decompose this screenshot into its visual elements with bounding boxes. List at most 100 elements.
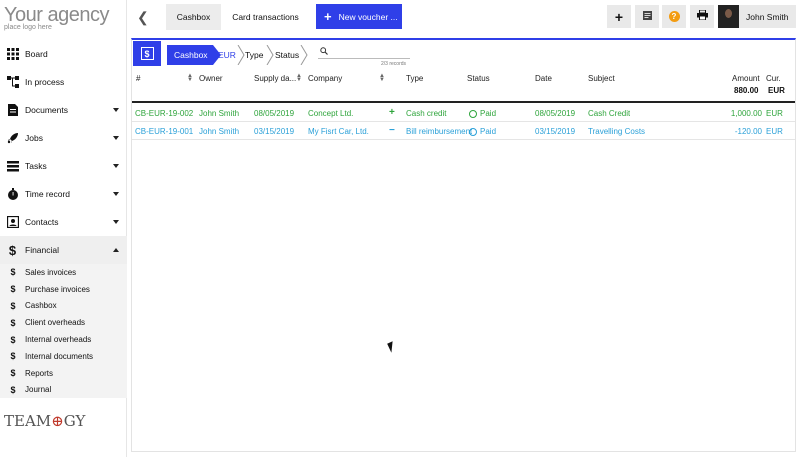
tasks-icon: [6, 160, 19, 173]
sidebar-subitem-label: Reports: [25, 368, 54, 378]
tab-card-transactions[interactable]: Card transactions: [223, 4, 308, 30]
plus-icon: +: [389, 107, 395, 118]
cell-number[interactable]: CB-EUR-19-001: [135, 127, 197, 136]
sidebar-subitem-internal-documents[interactable]: $ Internal documents: [0, 348, 127, 365]
column-currency[interactable]: Cur.: [766, 74, 781, 83]
notes-icon: [642, 10, 652, 23]
cell-subject: Travelling Costs: [588, 127, 646, 136]
breadcrumb-type[interactable]: Type: [245, 45, 263, 65]
chevron-down-icon: [113, 192, 119, 196]
cell-subject: Cash Credit: [588, 109, 631, 118]
column-owner[interactable]: Owner: [199, 74, 223, 83]
chevron-left-icon[interactable]: ❮: [137, 9, 149, 26]
help-button[interactable]: ?: [662, 5, 686, 28]
stopwatch-icon: [6, 187, 19, 201]
sort-icon[interactable]: ▲ ▼: [187, 73, 193, 83]
search-input[interactable]: [318, 46, 410, 59]
sidebar-item-label: In process: [25, 77, 65, 87]
breadcrumb-separator-icon: [300, 45, 308, 65]
print-button[interactable]: [690, 5, 714, 28]
sidebar-item-documents[interactable]: Documents: [0, 96, 127, 124]
check-circle-icon: [469, 109, 477, 118]
help-icon: ?: [668, 11, 680, 22]
sidebar-subitem-label: Sales invoices: [25, 267, 77, 277]
column-type[interactable]: Type: [406, 74, 423, 83]
agency-logo[interactable]: Your agency place logo here: [4, 4, 109, 31]
cell-currency: EUR: [766, 127, 783, 136]
sidebar-item-jobs[interactable]: Jobs: [0, 124, 127, 152]
rocket-icon: [6, 132, 19, 145]
cashbox-icon[interactable]: $: [133, 41, 161, 66]
grid-icon: [6, 47, 19, 61]
sidebar-item-label: Jobs: [25, 133, 43, 143]
sidebar-item-label: Tasks: [25, 161, 47, 171]
new-voucher-button[interactable]: + New voucher ...: [316, 4, 402, 29]
breadcrumb-currency[interactable]: EUR: [218, 45, 236, 65]
sidebar-subitem-label: Internal overheads: [25, 335, 92, 345]
dollar-icon: $: [10, 351, 16, 362]
teamogy-logo: TEAM⊕GY: [4, 412, 86, 430]
dollar-icon: $: [10, 300, 16, 311]
table-row[interactable]: CB-EUR-19-001 John Smith 03/15/2019 My F…: [132, 123, 795, 140]
sidebar-item-time-record[interactable]: Time record: [0, 180, 127, 208]
sidebar-item-contacts[interactable]: Contacts: [0, 208, 127, 236]
column-amount[interactable]: Amount: [732, 74, 760, 83]
sidebar-subitem-label: Internal documents: [25, 351, 94, 361]
cell-supply-date: 03/15/2019: [254, 127, 295, 136]
breadcrumb-cashbox[interactable]: Cashbox: [167, 45, 221, 65]
sidebar-subitem-reports[interactable]: $ Reports: [0, 365, 127, 382]
sidebar-subitem-internal-overheads[interactable]: $ Internal overheads: [0, 331, 127, 348]
cell-number[interactable]: CB-EUR-19-002: [135, 109, 197, 118]
sidebar-subitem-journal[interactable]: $ Journal: [0, 382, 127, 399]
sort-icon[interactable]: ▲ ▼: [379, 73, 385, 83]
logo-title: Your agency: [4, 4, 109, 26]
sort-icon[interactable]: ▲ ▼: [296, 73, 302, 83]
tab-cashbox[interactable]: Cashbox: [166, 4, 221, 30]
sidebar-subitem-label: Cashbox: [25, 301, 57, 311]
column-supply-date[interactable]: Supply da...: [254, 74, 296, 83]
column-company[interactable]: Company: [308, 74, 342, 83]
sidebar-item-label: Time record: [25, 189, 71, 199]
financial-submenu: $ Sales invoices $ Purchase invoices $ C…: [0, 264, 127, 399]
chevron-down-icon: [113, 108, 119, 112]
top-bar: ❮ Cashbox Card transactions + New vouche…: [127, 0, 800, 36]
cell-status: Paid: [469, 127, 496, 136]
user-menu[interactable]: John Smith: [718, 5, 796, 28]
notes-button[interactable]: [635, 5, 659, 28]
column-status[interactable]: Status: [467, 74, 490, 83]
column-date[interactable]: Date: [535, 74, 552, 83]
sidebar-item-label: Financial: [25, 245, 60, 255]
cell-currency: EUR: [766, 109, 783, 118]
table-header: # ▲ ▼ Owner Supply da... ▲ ▼ Company ▲ ▼ Ty…: [132, 70, 795, 103]
table-row[interactable]: CB-EUR-19-002 John Smith 08/05/2019 Conc…: [132, 105, 795, 122]
new-voucher-label: New voucher ...: [338, 11, 398, 22]
sidebar-item-tasks[interactable]: Tasks: [0, 152, 127, 180]
cell-company[interactable]: My Fisrt Car, Ltd.: [308, 127, 388, 136]
breadcrumb: $ Cashbox EUR Type Status 2/3 records: [132, 40, 795, 68]
dollar-icon: $: [10, 284, 16, 295]
dollar-icon: $: [10, 384, 16, 395]
sidebar-item-label: Contacts: [25, 217, 59, 227]
cell-supply-date: 08/05/2019: [254, 109, 295, 118]
sidebar-subitem-purchase-invoices[interactable]: $ Purchase invoices: [0, 281, 127, 298]
status-label: Paid: [480, 127, 497, 136]
sidebar-item-in-process[interactable]: In process: [0, 68, 127, 96]
sidebar-item-board[interactable]: Board: [0, 40, 127, 68]
sidebar-item-financial[interactable]: $ Financial: [0, 236, 127, 264]
column-subject[interactable]: Subject: [588, 74, 615, 83]
contacts-icon: [6, 215, 19, 229]
process-icon: [6, 75, 19, 89]
sidebar-subitem-sales-invoices[interactable]: $ Sales invoices: [0, 264, 127, 281]
column-number[interactable]: #: [136, 74, 140, 83]
cell-type: Cash credit: [406, 109, 447, 118]
add-button[interactable]: +: [607, 5, 631, 28]
cell-company[interactable]: Concept Ltd.: [308, 109, 388, 118]
status-label: Paid: [480, 109, 497, 118]
breadcrumb-status[interactable]: Status: [275, 45, 299, 65]
sidebar-subitem-client-overheads[interactable]: $ Client overheads: [0, 314, 127, 331]
dollar-icon: $: [8, 242, 17, 258]
sidebar-subitem-cashbox[interactable]: $ Cashbox: [0, 298, 127, 315]
user-name: John Smith: [746, 11, 789, 22]
sidebar-nav: Board In process Documents Jobs Tasks Ti…: [0, 40, 127, 399]
chevron-up-icon: [113, 248, 119, 252]
